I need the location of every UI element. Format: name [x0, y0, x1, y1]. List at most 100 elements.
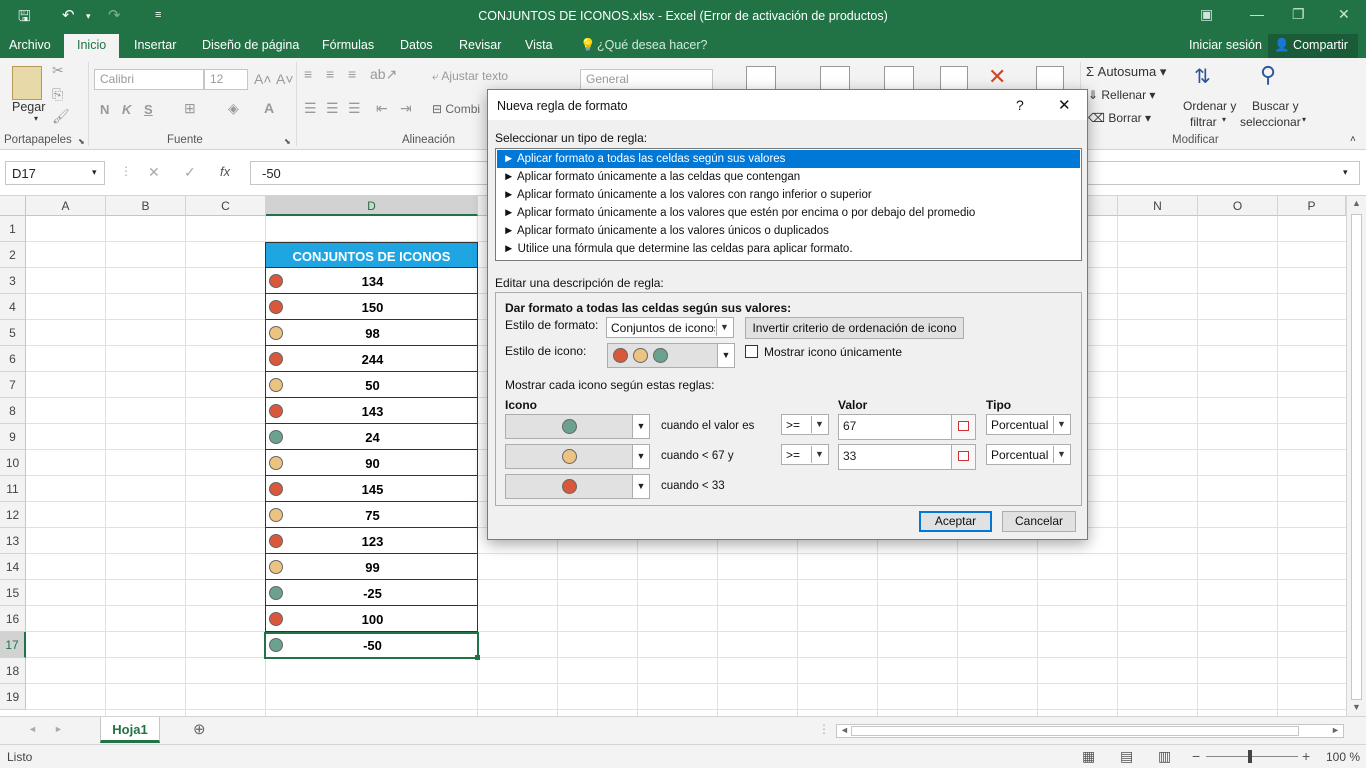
row-header[interactable]: 17	[0, 632, 26, 658]
wrap-text-button[interactable]: ⤶ Ajustar texto	[432, 69, 508, 84]
column-header-a[interactable]: A	[26, 196, 106, 216]
font-size-combo[interactable]: 12	[204, 69, 248, 90]
paste-icon[interactable]	[12, 66, 42, 100]
copy-icon[interactable]: ⎘	[52, 86, 63, 103]
tab-inicio[interactable]: Inicio	[64, 34, 120, 58]
paste-button[interactable]: Pegar	[12, 100, 45, 114]
horizontal-scrollbar[interactable]: ◄ ►	[836, 724, 1344, 738]
font-name-combo[interactable]: Calibri	[94, 69, 204, 90]
page-layout-icon[interactable]: ▤	[1120, 748, 1133, 765]
number-format-combo[interactable]: General	[580, 69, 713, 90]
row-header[interactable]: 11	[0, 476, 26, 502]
rule-type-dropdown-icon[interactable]: ▼	[1053, 416, 1069, 433]
table-row[interactable]: 100	[265, 606, 478, 632]
sort-filter-label-1[interactable]: Ordenar y	[1183, 99, 1236, 113]
row-header[interactable]: 2	[0, 242, 26, 268]
increase-indent-icon[interactable]: ⇥	[400, 100, 412, 117]
tab-revisar[interactable]: Revisar	[459, 38, 501, 52]
italic-button[interactable]: K	[122, 102, 131, 117]
help-icon[interactable]: ?	[1016, 97, 1024, 113]
font-color-icon[interactable]: A	[264, 100, 274, 116]
row-header[interactable]: 18	[0, 658, 26, 684]
orientation-icon[interactable]: ab↗	[370, 66, 397, 83]
find-select-dropdown-icon[interactable]: ▾	[1302, 115, 1306, 124]
column-header-n[interactable]: N	[1118, 196, 1198, 216]
sort-filter-icon[interactable]: ⇅	[1194, 64, 1211, 89]
paste-dropdown-icon[interactable]: ▾	[34, 114, 38, 123]
rule-type-list[interactable]: ► Aplicar formato a todas las celdas seg…	[495, 148, 1082, 261]
horizontal-scroll-thumb[interactable]	[851, 726, 1299, 736]
bold-button[interactable]: N	[100, 102, 109, 117]
merge-button[interactable]: ⊟ Combi	[432, 102, 480, 116]
rule-type-item[interactable]: ► Aplicar formato únicamente a los valor…	[497, 222, 1080, 240]
vertical-scroll-thumb[interactable]	[1351, 214, 1362, 700]
dialog-close-icon[interactable]: ✕	[1058, 96, 1071, 114]
table-row[interactable]: 150	[265, 294, 478, 320]
cancel-button[interactable]: Cancelar	[1002, 511, 1076, 532]
table-row[interactable]: 75	[265, 502, 478, 528]
tell-me-input[interactable]: ¿Qué desea hacer?	[597, 38, 708, 52]
find-select-label-2[interactable]: seleccionar	[1240, 115, 1301, 129]
rule-value-input-2[interactable]: 33	[838, 444, 976, 470]
rule-type-item[interactable]: ► Aplicar formato a todas las celdas seg…	[497, 150, 1080, 168]
column-header-d[interactable]: D	[266, 196, 478, 216]
page-break-icon[interactable]: ▥	[1158, 748, 1171, 765]
row-header[interactable]: 12	[0, 502, 26, 528]
row-header[interactable]: 3	[0, 268, 26, 294]
table-row[interactable]: 244	[265, 346, 478, 372]
range-picker-icon[interactable]	[951, 445, 975, 469]
scroll-left-icon[interactable]: ◄	[840, 725, 849, 735]
align-bottom-icon[interactable]: ≡	[348, 66, 356, 82]
scroll-down-icon[interactable]: ▼	[1352, 702, 1361, 712]
range-picker-icon[interactable]	[951, 415, 975, 439]
zoom-slider-thumb[interactable]	[1248, 750, 1252, 763]
rule-type-item[interactable]: ► Aplicar formato únicamente a los valor…	[497, 186, 1080, 204]
ok-button[interactable]: Aceptar	[919, 511, 992, 532]
rule-icon-combo-1[interactable]: ▼	[505, 414, 650, 439]
rule-icon-dropdown-icon[interactable]: ▼	[632, 475, 649, 498]
table-header-cell[interactable]: CONJUNTOS DE ICONOS	[265, 242, 478, 268]
row-header[interactable]: 5	[0, 320, 26, 346]
table-row[interactable]: 24	[265, 424, 478, 450]
align-center-icon[interactable]: ☰	[326, 100, 339, 117]
scroll-up-icon[interactable]: ▲	[1352, 198, 1361, 208]
sort-filter-label-2[interactable]: filtrar	[1190, 115, 1217, 129]
rule-type-item[interactable]: ► Aplicar formato únicamente a los valor…	[497, 204, 1080, 222]
increase-font-icon[interactable]: A˄	[254, 71, 272, 87]
fill-button[interactable]: ⇓ Rellenar ▾	[1088, 88, 1155, 102]
name-box-dropdown-icon[interactable]: ▾	[92, 167, 97, 178]
row-header[interactable]: 7	[0, 372, 26, 398]
row-header[interactable]: 4	[0, 294, 26, 320]
rule-operator-dropdown-icon[interactable]: ▼	[811, 446, 827, 463]
format-painter-icon[interactable]: 🖌	[52, 108, 70, 125]
reverse-icon-order-button[interactable]: Invertir criterio de ordenación de icono	[745, 317, 964, 339]
row-header[interactable]: 16	[0, 606, 26, 632]
align-right-icon[interactable]: ☰	[348, 100, 361, 117]
rule-operator-combo-1[interactable]: >= ▼	[781, 414, 829, 435]
rule-icon-combo-3[interactable]: ▼	[505, 474, 650, 499]
name-box[interactable]: D17 ▾	[5, 161, 105, 185]
find-select-label-1[interactable]: Buscar y	[1252, 99, 1299, 113]
cut-icon[interactable]: ✂	[52, 62, 64, 79]
zoom-slider[interactable]	[1206, 756, 1298, 757]
insert-function-icon[interactable]: fx	[220, 164, 230, 179]
vertical-scrollbar[interactable]: ▲ ▼	[1346, 196, 1366, 716]
rule-icon-dropdown-icon[interactable]: ▼	[632, 415, 649, 438]
scroll-right-icon[interactable]: ►	[1331, 725, 1340, 735]
rule-icon-dropdown-icon[interactable]: ▼	[632, 445, 649, 468]
cancel-entry-icon[interactable]: ✕	[148, 164, 160, 181]
rule-type-dropdown-icon[interactable]: ▼	[1053, 446, 1069, 463]
collapse-ribbon-icon[interactable]: ˄	[1350, 134, 1356, 145]
borders-icon[interactable]: ⊞	[184, 100, 196, 117]
show-icon-only-checkbox[interactable]	[745, 345, 758, 358]
select-all-corner[interactable]	[0, 196, 26, 216]
confirm-entry-icon[interactable]: ✓	[184, 164, 196, 181]
table-row[interactable]: 50	[265, 372, 478, 398]
icon-style-dropdown-icon[interactable]: ▼	[717, 344, 734, 367]
table-row[interactable]: 90	[265, 450, 478, 476]
sort-filter-dropdown-icon[interactable]: ▾	[1222, 115, 1226, 124]
table-row[interactable]: 143	[265, 398, 478, 424]
align-left-icon[interactable]: ☰	[304, 100, 317, 117]
column-header-p[interactable]: P	[1278, 196, 1346, 216]
tab-archivo[interactable]: Archivo	[9, 38, 51, 52]
